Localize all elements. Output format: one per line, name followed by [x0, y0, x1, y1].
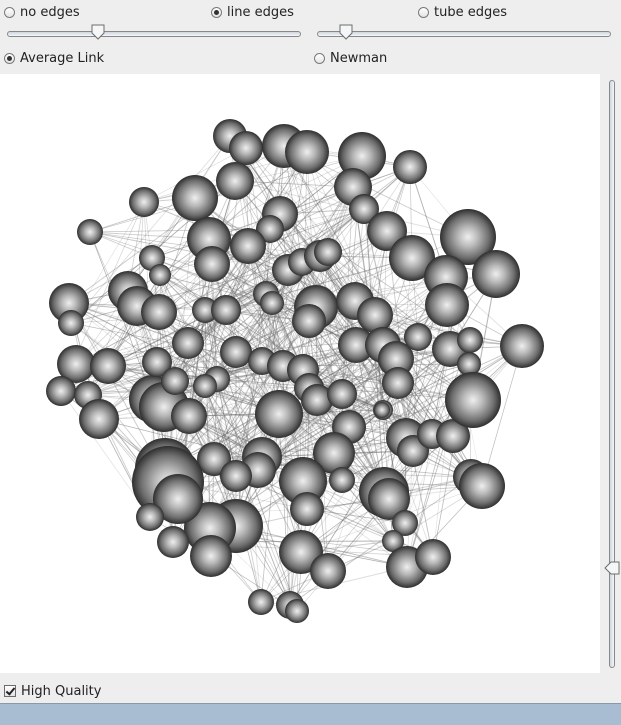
newman-label: Newman	[330, 50, 388, 66]
graph-visualization[interactable]	[0, 74, 600, 673]
line-edges-label: line edges	[227, 4, 294, 20]
graph-node-sphere[interactable]	[220, 460, 252, 492]
edge-threshold-slider[interactable]	[7, 24, 301, 41]
graph-node-sphere[interactable]	[157, 526, 189, 558]
graph-node-sphere[interactable]	[310, 553, 346, 589]
graph-node-sphere[interactable]	[172, 327, 204, 359]
graph-node-sphere[interactable]	[211, 295, 241, 325]
graph-node-sphere[interactable]	[190, 535, 232, 577]
newman-radio-indicator[interactable]	[314, 52, 325, 64]
graph-node-sphere[interactable]	[457, 327, 483, 353]
newman-radio[interactable]: Newman	[314, 49, 387, 67]
graph-node-sphere[interactable]	[171, 398, 207, 434]
graph-node-sphere[interactable]	[290, 492, 324, 526]
graph-node-sphere[interactable]	[136, 503, 164, 531]
line-edges-radio-indicator[interactable]	[211, 6, 222, 18]
graph-node-sphere[interactable]	[220, 336, 252, 368]
edge-threshold-slider-track[interactable]	[7, 31, 301, 37]
no-edges-radio[interactable]: no edges	[4, 3, 80, 21]
line-edges-radio[interactable]: line edges	[211, 3, 294, 21]
no-edges-radio-indicator[interactable]	[4, 6, 15, 18]
graph-node-sphere[interactable]	[129, 187, 159, 217]
graph-node-sphere[interactable]	[229, 131, 263, 165]
graph-node-sphere[interactable]	[77, 219, 103, 245]
graph-node-sphere[interactable]	[194, 246, 230, 282]
tube-width-slider[interactable]	[317, 24, 611, 41]
graph-node-sphere[interactable]	[260, 291, 284, 315]
graph-node-sphere[interactable]	[58, 310, 84, 336]
graph-node-sphere[interactable]	[285, 130, 329, 174]
zoom-slider[interactable]	[604, 80, 620, 668]
graph-node-sphere[interactable]	[415, 539, 451, 575]
graph-node-sphere[interactable]	[230, 228, 266, 264]
tube-width-slider-track[interactable]	[317, 31, 611, 37]
graph-node-sphere[interactable]	[445, 372, 501, 428]
nodes-layer	[46, 119, 544, 623]
high-quality-checkbox[interactable]: High Quality	[4, 682, 101, 700]
no-edges-label: no edges	[20, 4, 80, 20]
status-bar	[0, 703, 621, 725]
graph-node-sphere[interactable]	[46, 376, 76, 406]
average-link-radio[interactable]: Average Link	[4, 49, 104, 67]
average-link-label: Average Link	[20, 50, 105, 66]
graph-node-sphere[interactable]	[393, 150, 427, 184]
graph-node-sphere[interactable]	[285, 599, 309, 623]
graph-node-sphere[interactable]	[292, 304, 326, 338]
graph-node-sphere[interactable]	[404, 323, 432, 351]
graph-node-sphere[interactable]	[141, 294, 177, 330]
graph-node-sphere[interactable]	[374, 402, 390, 418]
graph-node-sphere[interactable]	[500, 324, 544, 368]
tube-edges-label: tube edges	[434, 4, 507, 20]
graph-node-sphere[interactable]	[90, 348, 126, 384]
graph-node-sphere[interactable]	[459, 463, 505, 509]
high-quality-label: High Quality	[21, 683, 102, 699]
graph-node-sphere[interactable]	[314, 238, 342, 266]
graph-node-sphere[interactable]	[79, 399, 119, 439]
graph-node-sphere[interactable]	[255, 390, 303, 438]
graph-node-sphere[interactable]	[216, 162, 254, 200]
graph-node-sphere[interactable]	[425, 283, 469, 327]
graph-node-sphere[interactable]	[248, 589, 274, 615]
zoom-slider-track[interactable]	[609, 80, 615, 668]
graph-node-sphere[interactable]	[472, 250, 520, 298]
graph-node-sphere[interactable]	[193, 374, 217, 398]
graph-node-sphere[interactable]	[327, 379, 357, 409]
tube-edges-radio-indicator[interactable]	[418, 6, 429, 18]
tube-edges-radio[interactable]: tube edges	[418, 3, 507, 21]
graph-node-sphere[interactable]	[161, 367, 189, 395]
graph-node-sphere[interactable]	[329, 467, 355, 493]
high-quality-checkbox-box[interactable]	[4, 685, 16, 697]
graph-node-sphere[interactable]	[172, 175, 218, 221]
graph-node-sphere[interactable]	[382, 367, 414, 399]
graph-canvas[interactable]	[0, 74, 600, 673]
graph-node-sphere[interactable]	[149, 264, 171, 286]
average-link-radio-indicator[interactable]	[4, 52, 15, 64]
